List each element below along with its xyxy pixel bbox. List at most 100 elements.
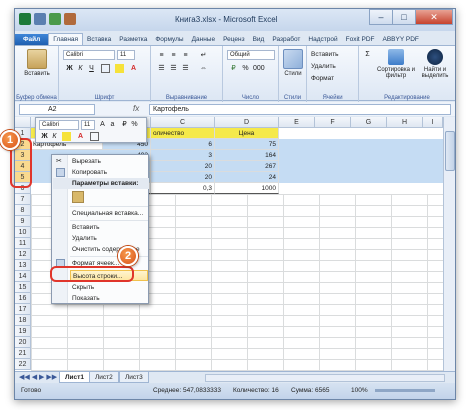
row-header-8[interactable]: 8 <box>15 205 31 216</box>
column-header-e[interactable]: E <box>279 117 315 128</box>
menu-copy[interactable]: Копировать <box>70 167 148 178</box>
tab-view[interactable]: Вид <box>249 34 269 45</box>
font-name-select[interactable]: Calibri <box>63 50 115 60</box>
row-header-20[interactable]: 20 <box>15 337 31 348</box>
undo-icon[interactable] <box>49 13 61 25</box>
find-select-button[interactable]: Найти и выделить <box>417 49 453 79</box>
align-right-icon[interactable]: ☰ <box>181 64 190 73</box>
minimize-button[interactable]: – <box>369 9 393 25</box>
sheet-tab-1[interactable]: Лист1 <box>59 372 90 383</box>
row-header-19[interactable]: 19 <box>15 326 31 337</box>
merge-cells-icon[interactable]: ⇔ <box>199 64 208 73</box>
shrink-font-icon[interactable]: a <box>108 120 117 129</box>
font-color-icon[interactable]: A <box>129 64 138 73</box>
column-header-i[interactable]: I <box>423 117 443 128</box>
formula-input[interactable]: Картофель <box>149 104 451 115</box>
align-top-icon[interactable]: ≡ <box>157 51 166 60</box>
maximize-button[interactable]: □ <box>392 9 416 25</box>
row-header-21[interactable]: 21 <box>15 348 31 359</box>
name-box[interactable]: A2 <box>19 104 95 115</box>
cell-d6[interactable]: 1000 <box>215 183 279 194</box>
mini-fill-icon[interactable] <box>62 132 71 141</box>
menu-show[interactable]: Показать <box>70 293 148 304</box>
mini-borders-icon[interactable] <box>90 132 99 141</box>
cell-c3[interactable]: 3 <box>151 150 215 161</box>
redo-icon[interactable] <box>64 13 76 25</box>
cell-d4[interactable]: 267 <box>215 161 279 172</box>
cell-c5[interactable]: 20 <box>151 172 215 183</box>
italic-icon[interactable]: К <box>76 64 85 73</box>
row-header-14[interactable]: 14 <box>15 271 31 282</box>
row-header-17[interactable]: 17 <box>15 304 31 315</box>
tab-insert[interactable]: Вставка <box>83 34 115 45</box>
horizontal-scrollbar[interactable] <box>205 374 445 382</box>
menu-delete[interactable]: Удалить <box>70 233 148 244</box>
styles-button[interactable]: Стили <box>282 49 304 77</box>
bold-icon[interactable]: Ж <box>65 64 74 73</box>
row-header-13[interactable]: 13 <box>15 260 31 271</box>
row-header-15[interactable]: 15 <box>15 282 31 293</box>
align-bottom-icon[interactable]: ≡ <box>181 51 190 60</box>
sheet-tab-2[interactable]: Лист2 <box>89 372 119 383</box>
cell-d5[interactable]: 24 <box>215 172 279 183</box>
fx-icon[interactable]: fx <box>133 104 139 113</box>
column-header-d[interactable]: D <box>215 117 279 128</box>
column-header-f[interactable]: F <box>315 117 351 128</box>
percent-icon[interactable]: % <box>241 64 250 73</box>
cell-d3[interactable]: 164 <box>215 150 279 161</box>
excel-logo-icon[interactable] <box>19 13 31 25</box>
fill-color-icon[interactable] <box>115 64 124 73</box>
tab-formulas[interactable]: Формулы <box>151 34 187 45</box>
row-header-18[interactable]: 18 <box>15 315 31 326</box>
tab-file[interactable]: Файл <box>15 34 49 45</box>
menu-paste-special[interactable]: Специальная вставка... <box>70 208 148 219</box>
tab-developer[interactable]: Разработ <box>268 34 304 45</box>
currency-icon[interactable]: ₽ <box>229 64 238 73</box>
tab-review[interactable]: Реценз <box>219 34 249 45</box>
wrap-text-icon[interactable]: ↵ <box>199 51 208 60</box>
number-format-select[interactable]: Общий <box>227 50 275 60</box>
tab-home[interactable]: Главная <box>48 33 84 45</box>
delete-cells-button[interactable]: Удалить <box>311 63 336 70</box>
menu-hide[interactable]: Скрыть <box>70 282 148 293</box>
mini-bold-icon[interactable]: Ж <box>40 132 49 141</box>
cell-c6[interactable]: 0,3 <box>151 183 215 194</box>
mini-italic-icon[interactable]: К <box>50 132 59 141</box>
row-header-10[interactable]: 10 <box>15 227 31 238</box>
tab-addins[interactable]: Надстрой <box>304 34 341 45</box>
vertical-scroll-thumb[interactable] <box>445 131 455 171</box>
borders-icon[interactable] <box>101 64 110 73</box>
row-header-7[interactable]: 7 <box>15 194 31 205</box>
comma-style-icon[interactable]: 000 <box>253 64 265 73</box>
row-header-9[interactable]: 9 <box>15 216 31 227</box>
font-size-select[interactable]: 11 <box>117 50 135 60</box>
row-header-16[interactable]: 16 <box>15 293 31 304</box>
column-header-h[interactable]: H <box>387 117 423 128</box>
tab-layout[interactable]: Разметка <box>115 34 151 45</box>
close-button[interactable]: ✕ <box>415 9 453 25</box>
save-icon[interactable] <box>34 13 46 25</box>
insert-cells-button[interactable]: Вставить <box>311 51 339 58</box>
align-center-icon[interactable]: ☰ <box>169 64 178 73</box>
tab-foxit[interactable]: Foxit PDF <box>342 34 379 45</box>
currency-mini-icon[interactable]: ₽ <box>120 120 129 129</box>
sheet-tab-3[interactable]: Лист3 <box>119 372 149 383</box>
cell-c1[interactable]: оличество <box>151 128 215 139</box>
row-header-12[interactable]: 12 <box>15 249 31 260</box>
status-zoom[interactable]: 100% <box>351 383 368 399</box>
underline-icon[interactable]: Ч <box>87 64 96 73</box>
align-left-icon[interactable]: ☰ <box>157 64 166 73</box>
tab-data[interactable]: Данные <box>188 34 219 45</box>
vertical-scrollbar[interactable] <box>443 117 455 371</box>
select-all-corner[interactable] <box>15 117 31 128</box>
menu-insert[interactable]: Вставить <box>70 222 148 233</box>
sheet-nav-arrows-icon[interactable]: ◀◀ ◀ ▶ ▶▶ <box>19 373 57 381</box>
grow-font-icon[interactable]: A <box>98 120 107 129</box>
column-header-c[interactable]: C <box>151 117 215 128</box>
tab-abbyy[interactable]: ABBYY PDF <box>379 34 423 45</box>
row-header-22[interactable]: 22 <box>15 359 31 370</box>
format-cells-button[interactable]: Формат <box>311 75 334 82</box>
mini-size-select[interactable]: 11 <box>81 120 95 130</box>
column-header-g[interactable]: G <box>351 117 387 128</box>
cell-c2[interactable]: 6 <box>151 139 215 150</box>
